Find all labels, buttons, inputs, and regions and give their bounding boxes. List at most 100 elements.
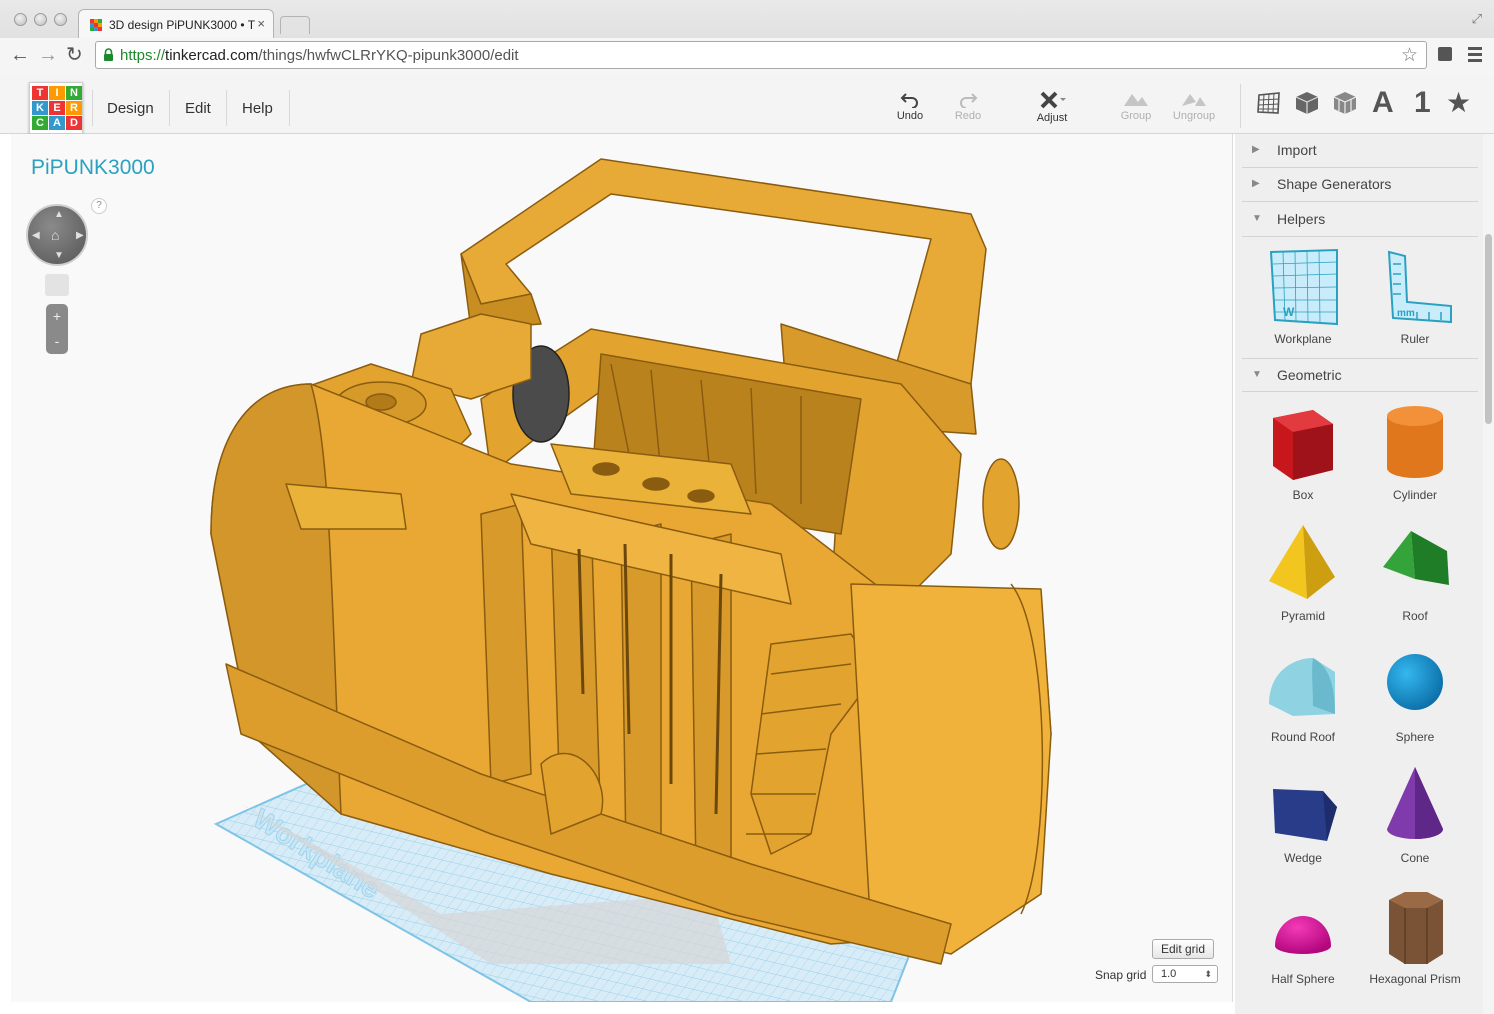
shape-label: Cylinder bbox=[1392, 488, 1437, 502]
roof-shape-icon bbox=[1383, 531, 1449, 585]
half-sphere-shape-icon bbox=[1275, 916, 1331, 954]
new-tab-button[interactable] bbox=[280, 16, 310, 34]
view-navigation-control[interactable]: ▲ ▼ ◀ ▶ ⌂ bbox=[26, 204, 88, 266]
cylinder-shape-icon bbox=[1387, 406, 1443, 478]
grid-view-icon[interactable] bbox=[1256, 90, 1282, 116]
reload-button[interactable]: ↻ bbox=[66, 44, 83, 66]
logo-letter: I bbox=[49, 86, 65, 100]
menu-edit[interactable]: Edit bbox=[185, 100, 211, 117]
redo-label: Redo bbox=[954, 110, 982, 122]
logo-letter: T bbox=[32, 86, 48, 100]
favorites-star-icon[interactable]: ★ bbox=[1446, 86, 1471, 119]
bookmark-star-icon[interactable]: ☆ bbox=[1401, 44, 1418, 67]
3d-scene[interactable]: Workplane bbox=[11, 134, 1233, 1002]
orbit-up-icon[interactable]: ▲ bbox=[54, 209, 64, 220]
group-label: Group bbox=[1120, 110, 1152, 122]
section-import[interactable]: ▶ Import bbox=[1242, 134, 1478, 168]
browser-menu-icon[interactable] bbox=[1468, 47, 1482, 65]
solid-cube-icon[interactable] bbox=[1294, 90, 1320, 116]
section-helpers[interactable]: ▼ Helpers bbox=[1242, 203, 1478, 237]
forward-button[interactable]: → bbox=[38, 44, 58, 66]
minimize-window-button[interactable] bbox=[34, 13, 47, 26]
url-text: https://tinkercad.com/things/hwfwCLRrYKQ… bbox=[120, 47, 519, 64]
shape-round-roof[interactable]: Round Roof bbox=[1247, 642, 1359, 744]
shape-workplane[interactable]: W Workplane bbox=[1247, 246, 1359, 346]
help-icon[interactable]: ? bbox=[91, 198, 107, 214]
undo-label: Undo bbox=[896, 110, 924, 122]
svg-text:W: W bbox=[1283, 305, 1295, 319]
adjust-button[interactable]: Adjust bbox=[1027, 90, 1077, 124]
home-view-icon[interactable]: ⌂ bbox=[51, 227, 59, 243]
scrollbar-thumb[interactable] bbox=[1485, 234, 1492, 424]
shape-cylinder[interactable]: Cylinder bbox=[1359, 400, 1471, 502]
shape-label: Half Sphere bbox=[1271, 972, 1335, 986]
shape-label: Ruler bbox=[1400, 332, 1430, 346]
shape-sphere[interactable]: Sphere bbox=[1359, 642, 1471, 744]
logo-letter: A bbox=[49, 116, 65, 130]
shape-ruler[interactable]: mm Ruler bbox=[1359, 246, 1471, 346]
snap-grid-select[interactable]: 1.0 ⬍ bbox=[1152, 965, 1218, 983]
3d-canvas[interactable]: Workplane PiPUNK3000 ▲ ▼ ◀ ▶ ⌂ ? + - Edi… bbox=[11, 134, 1233, 1002]
round-roof-shape-icon bbox=[1269, 658, 1335, 716]
section-shape-generators[interactable]: ▶ Shape Generators bbox=[1242, 168, 1478, 202]
ungroup-button[interactable]: Ungroup bbox=[1169, 90, 1219, 122]
shape-label: Workplane bbox=[1274, 332, 1332, 346]
adjust-label: Adjust bbox=[1036, 112, 1068, 124]
menu-help[interactable]: Help bbox=[242, 100, 273, 117]
shape-roof[interactable]: Roof bbox=[1359, 521, 1471, 623]
orbit-down-icon[interactable]: ▼ bbox=[54, 250, 64, 261]
shape-cone[interactable]: Cone bbox=[1359, 763, 1471, 865]
shape-label: Round Roof bbox=[1270, 730, 1336, 744]
shape-label: Roof bbox=[1402, 609, 1428, 623]
shape-wedge[interactable]: Wedge bbox=[1247, 763, 1359, 865]
fullscreen-icon[interactable]: ⤢ bbox=[1472, 11, 1482, 27]
redo-icon bbox=[960, 93, 978, 108]
back-button[interactable]: ← bbox=[10, 44, 30, 66]
menu-design[interactable]: Design bbox=[107, 100, 154, 117]
panel-scrollbar[interactable] bbox=[1483, 134, 1494, 1014]
shape-label: Cone bbox=[1400, 851, 1430, 865]
zoom-in-button[interactable]: + bbox=[46, 304, 68, 329]
tab-title: 3D design PiPUNK3000 • T bbox=[109, 18, 256, 32]
number-shape-icon[interactable]: 1 bbox=[1414, 86, 1431, 120]
zoom-control: + - bbox=[46, 304, 68, 354]
section-shape-generators-label: Shape Generators bbox=[1277, 176, 1392, 192]
wireframe-cube-icon[interactable] bbox=[1332, 90, 1358, 116]
tinkercad-logo[interactable]: T I N K E R C A D bbox=[29, 82, 83, 134]
workplane-helper-icon: W bbox=[1269, 248, 1338, 326]
ruler-helper-icon: mm bbox=[1387, 250, 1452, 324]
ungroup-icon bbox=[1182, 94, 1206, 106]
browser-tab[interactable]: 3D design PiPUNK3000 • T × bbox=[78, 9, 274, 39]
lock-icon bbox=[104, 48, 113, 61]
pyramid-shape-icon bbox=[1269, 525, 1335, 599]
section-geometric[interactable]: ▼ Geometric bbox=[1242, 358, 1478, 392]
logo-letter: N bbox=[66, 86, 82, 100]
shape-label: Box bbox=[1292, 488, 1314, 502]
orbit-right-icon[interactable]: ▶ bbox=[76, 230, 84, 241]
shape-pyramid[interactable]: Pyramid bbox=[1247, 521, 1359, 623]
shape-half-sphere[interactable]: Half Sphere bbox=[1247, 884, 1359, 986]
shape-box[interactable]: Box bbox=[1247, 400, 1359, 502]
group-button[interactable]: Group bbox=[1111, 90, 1161, 122]
redo-button[interactable]: Redo bbox=[943, 90, 993, 122]
undo-button[interactable]: Undo bbox=[885, 90, 935, 122]
address-bar[interactable]: https://tinkercad.com/things/hwfwCLRrYKQ… bbox=[95, 41, 1427, 69]
zoom-window-button[interactable] bbox=[54, 13, 67, 26]
shapes-panel: ▶ Import ▶ Shape Generators ▼ Helpers W … bbox=[1235, 134, 1494, 1014]
extension-icon[interactable] bbox=[1438, 47, 1452, 61]
design-title[interactable]: PiPUNK3000 bbox=[31, 156, 155, 180]
logo-letter: E bbox=[49, 101, 65, 115]
shape-hexagonal-prism[interactable]: Hexagonal Prism bbox=[1359, 884, 1471, 986]
view-cube-icon[interactable] bbox=[45, 274, 69, 296]
close-window-button[interactable] bbox=[14, 13, 27, 26]
divider bbox=[92, 90, 93, 126]
edit-grid-button[interactable]: Edit grid bbox=[1152, 939, 1215, 959]
section-import-label: Import bbox=[1277, 142, 1317, 158]
collapsed-triangle-icon: ▶ bbox=[1252, 178, 1260, 189]
text-shape-icon[interactable]: A bbox=[1372, 86, 1394, 120]
divider bbox=[226, 90, 227, 126]
zoom-out-button[interactable]: - bbox=[46, 329, 68, 354]
tab-close-icon[interactable]: × bbox=[257, 16, 265, 31]
orbit-left-icon[interactable]: ◀ bbox=[32, 230, 40, 241]
snap-grid-label: Snap grid bbox=[1095, 968, 1147, 982]
